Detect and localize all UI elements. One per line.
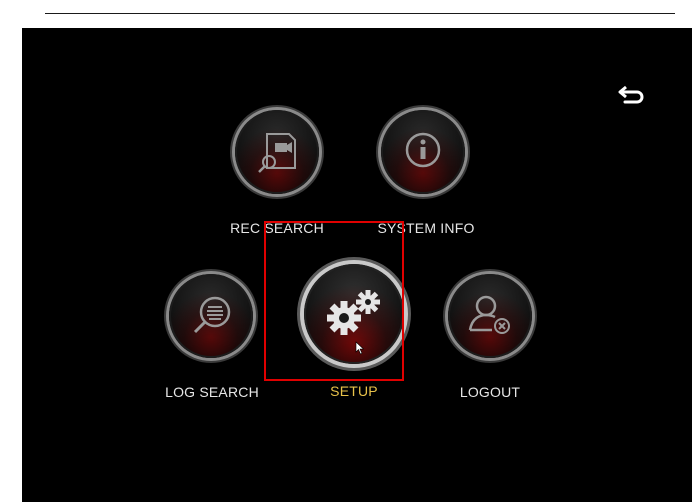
- selection-highlight-box: [264, 221, 404, 381]
- setup-label: SETUP: [330, 383, 378, 399]
- info-icon: [405, 132, 441, 168]
- rec-search-icon: [258, 133, 296, 173]
- logout-label: LOGOUT: [459, 384, 521, 400]
- logout-button[interactable]: LOGOUT: [425, 271, 555, 406]
- log-search-button[interactable]: LOG SEARCH: [147, 271, 277, 406]
- log-search-label: LOG SEARCH: [165, 384, 259, 400]
- back-arrow-icon: [618, 85, 644, 104]
- top-divider: [45, 13, 675, 14]
- log-search-icon: [193, 296, 231, 334]
- logout-user-icon: [468, 295, 510, 334]
- back-button[interactable]: [617, 81, 647, 107]
